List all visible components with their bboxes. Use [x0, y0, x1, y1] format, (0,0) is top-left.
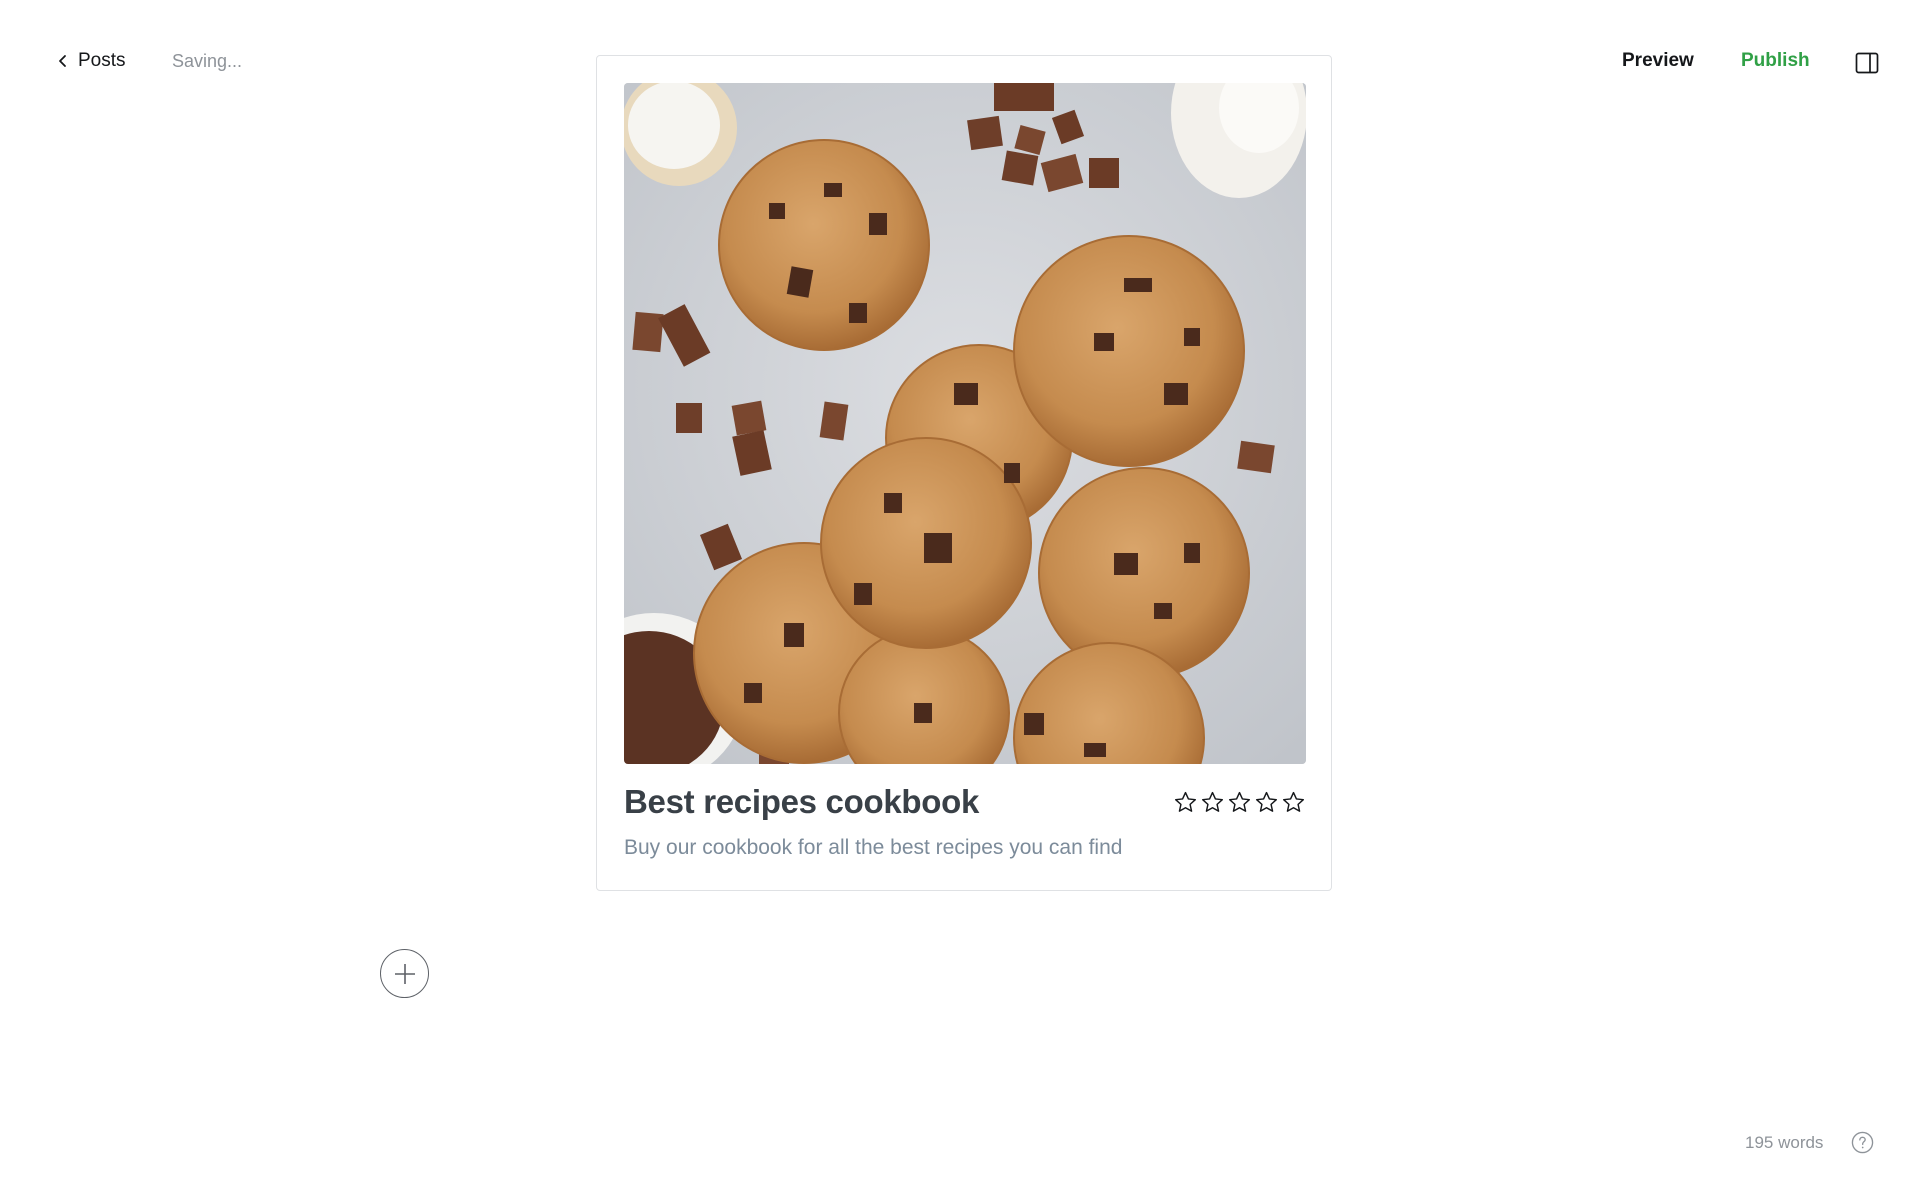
- chevron-left-icon: [59, 55, 66, 67]
- word-count: 195 words: [1745, 1133, 1824, 1152]
- product-description[interactable]: Buy our cookbook for all the best recipe…: [624, 836, 1122, 860]
- cookies-image: [624, 83, 1306, 764]
- publish-button[interactable]: Publish: [1741, 50, 1810, 72]
- star-outline-icon[interactable]: [1200, 790, 1225, 815]
- product-image[interactable]: [624, 83, 1306, 764]
- star-rating[interactable]: [1173, 790, 1306, 815]
- add-card-button[interactable]: [380, 949, 429, 998]
- back-to-posts-link[interactable]: Posts: [56, 50, 126, 72]
- preview-button[interactable]: Preview: [1622, 50, 1694, 72]
- editor-page: Posts Saving... Preview Publish Best rec…: [0, 0, 1920, 1200]
- star-outline-icon[interactable]: [1254, 790, 1279, 815]
- back-link-label: Posts: [78, 50, 126, 71]
- plus-icon: [394, 963, 415, 984]
- star-outline-icon[interactable]: [1281, 790, 1306, 815]
- save-status: Saving...: [172, 51, 243, 71]
- product-card[interactable]: Best recipes cookbook Buy our cookbook f…: [596, 55, 1332, 891]
- help-icon[interactable]: [1851, 1131, 1874, 1154]
- product-title[interactable]: Best recipes cookbook: [624, 783, 979, 821]
- star-outline-icon[interactable]: [1173, 790, 1198, 815]
- star-outline-icon[interactable]: [1227, 790, 1252, 815]
- sidebar-toggle-icon[interactable]: [1855, 52, 1879, 74]
